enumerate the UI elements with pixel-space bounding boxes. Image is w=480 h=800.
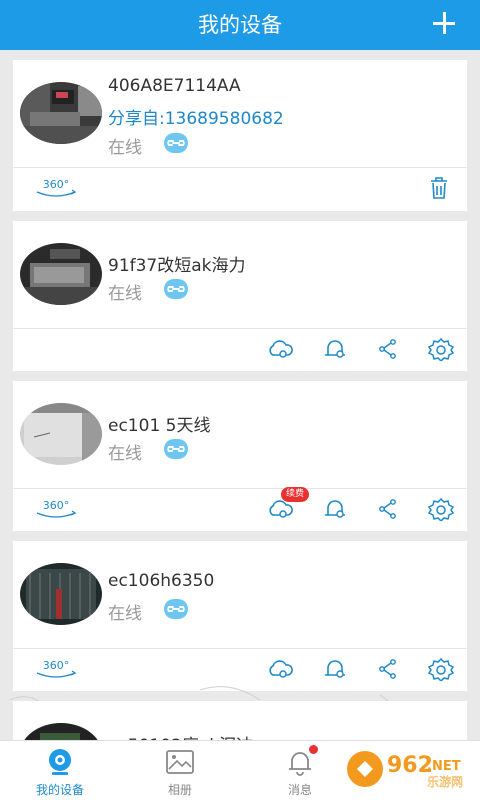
device-thumbnail[interactable]: [20, 723, 102, 740]
watermark-logo: 962 .NET 乐游网: [345, 748, 473, 790]
device-thumbnail[interactable]: [20, 82, 102, 144]
settings-icon[interactable]: [427, 337, 455, 363]
device-card: 91f37改短ak海力 在线: [13, 221, 467, 371]
device-status: 在线: [108, 284, 142, 304]
device-card: 406A8E7114AA 分享自:13689580682 在线 360°: [13, 60, 467, 211]
device-name: 406A8E7114AA: [108, 76, 241, 96]
page-title: 我的设备: [198, 13, 282, 37]
device-info[interactable]: ec50102底ak汩冲: [13, 701, 467, 740]
device-status: 在线: [108, 444, 142, 464]
device-name: ec106h6350: [108, 571, 215, 591]
device-info[interactable]: ec106h6350 在线: [13, 541, 467, 649]
camera-icon: [43, 747, 77, 777]
360-view-icon[interactable]: 360°: [33, 497, 79, 521]
device-status: 在线: [108, 604, 142, 624]
settings-icon[interactable]: [427, 497, 455, 523]
shared-from-label: 分享自:13689580682: [108, 109, 284, 129]
device-name: ec101 5天线: [108, 416, 211, 436]
device-card: ec101 5天线 在线 360° 续费: [13, 381, 467, 531]
alarm-bell-icon[interactable]: [321, 337, 349, 361]
tab-label: 消息: [287, 783, 312, 797]
unread-dot: [309, 745, 318, 754]
device-thumbnail[interactable]: [20, 563, 102, 625]
360-label: 360°: [43, 178, 70, 191]
device-status: 在线: [108, 138, 142, 158]
link-icon: [164, 279, 188, 299]
share-icon[interactable]: [374, 337, 402, 361]
device-info[interactable]: ec101 5天线 在线: [13, 381, 467, 489]
watermark-sub: 乐游网: [427, 775, 463, 789]
device-info[interactable]: 406A8E7114AA 分享自:13689580682 在线: [13, 60, 467, 168]
trash-icon[interactable]: [425, 176, 453, 200]
renew-badge[interactable]: 续费: [281, 487, 310, 502]
watermark-suffix: .NET: [427, 759, 461, 774]
tab-messages[interactable]: 消息: [240, 741, 360, 800]
link-icon: [164, 439, 188, 459]
device-name: 91f37改短ak海力: [108, 256, 246, 276]
link-icon: [164, 133, 188, 153]
link-icon: [164, 599, 188, 619]
cloud-storage-icon[interactable]: [266, 337, 294, 361]
device-card: ec50102底ak汩冲: [13, 701, 467, 740]
device-thumbnail[interactable]: [20, 403, 102, 465]
device-name: ec50102底ak汩冲: [108, 731, 253, 740]
device-actions: 360°: [13, 168, 467, 208]
tab-label: 相册: [167, 783, 192, 797]
alarm-bell-icon[interactable]: [321, 497, 349, 521]
tab-my-devices[interactable]: 我的设备: [0, 741, 120, 800]
share-icon[interactable]: [374, 497, 402, 521]
device-thumbnail[interactable]: [20, 243, 102, 305]
360-label: 360°: [43, 499, 70, 512]
album-icon: [163, 747, 197, 777]
device-actions: 360° 续费: [13, 487, 467, 529]
360-view-icon[interactable]: 360°: [33, 176, 79, 200]
device-info[interactable]: 91f37改短ak海力 在线: [13, 221, 467, 329]
app-header: 我的设备: [0, 0, 480, 50]
device-card: ec106h6350 在线 360°: [13, 541, 467, 691]
device-actions: [13, 329, 467, 369]
tab-album[interactable]: 相册: [120, 741, 240, 800]
add-device-button[interactable]: [428, 7, 460, 39]
tab-label: 我的设备: [35, 783, 84, 797]
